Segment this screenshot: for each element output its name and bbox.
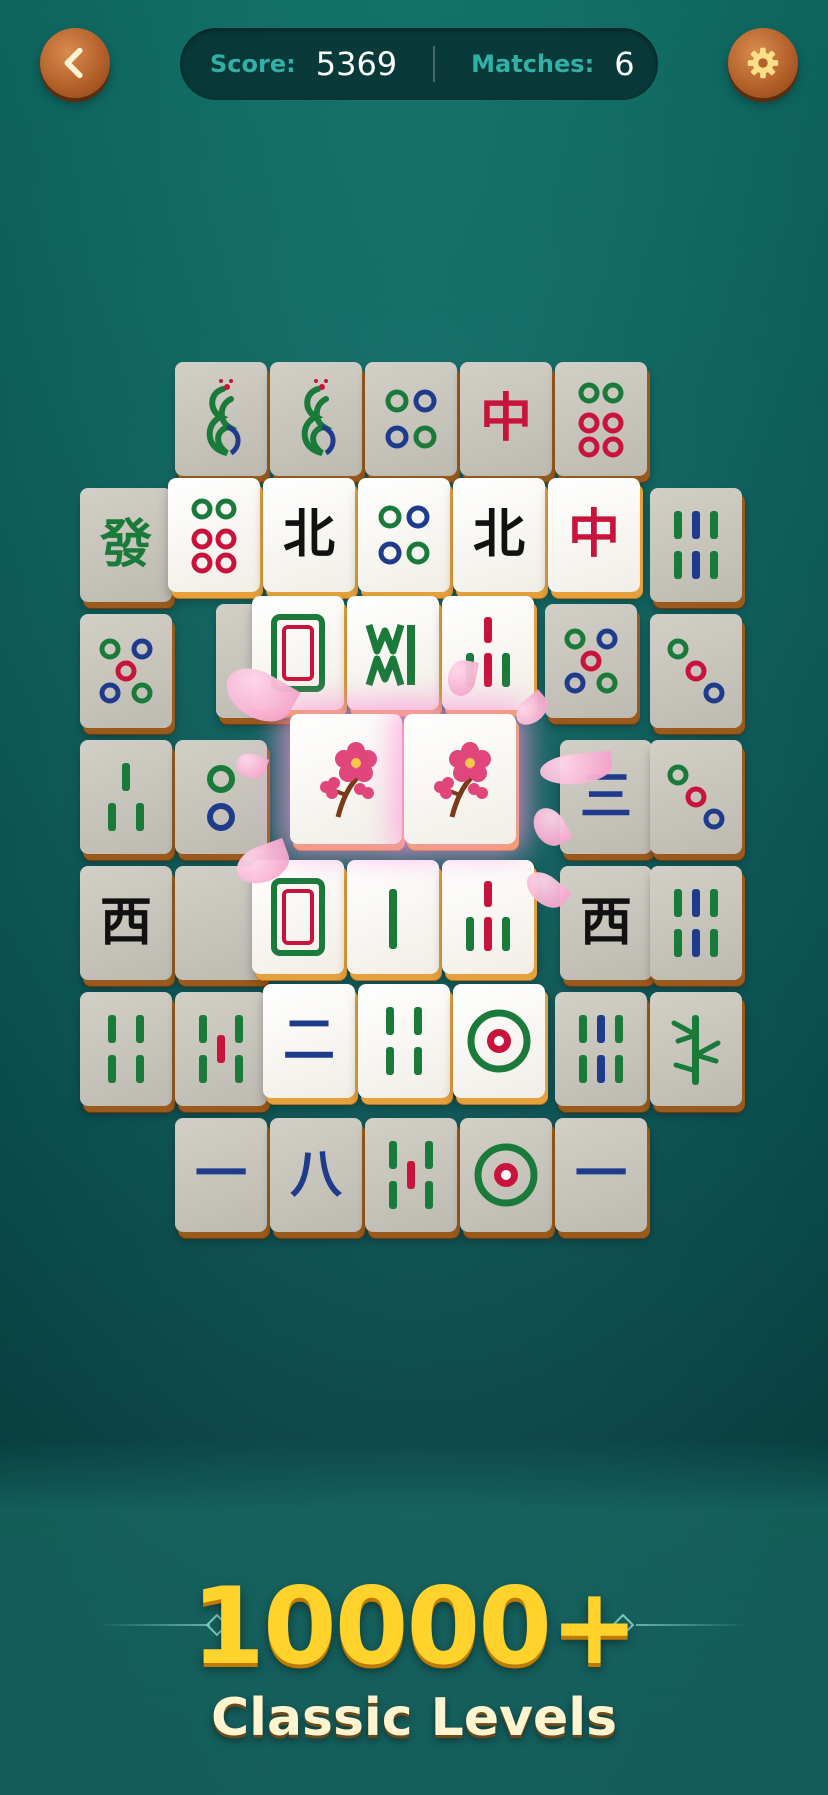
tile-circle-5[interactable] [80,614,172,728]
circle-4-icon [378,505,430,565]
tile-red-dragon[interactable]: 中 [460,362,552,476]
circle-1-icon [474,1143,538,1207]
tile-char: 西 [99,893,152,953]
tile-red-dragon[interactable]: 中 [548,478,640,592]
tile-bamboo-1[interactable] [347,860,439,974]
tile-char: 發 [99,515,152,575]
tile-char: 中 [567,505,620,565]
bamboo-5-icon [389,1141,433,1209]
circle-6-icon [578,382,624,458]
bamboo-3-icon [108,763,144,831]
tile-peacock[interactable] [175,362,267,476]
tile-circle-1[interactable] [460,1118,552,1232]
tile-bamboo-4[interactable] [358,984,450,1098]
tile-north-wind[interactable]: 北 [453,478,545,592]
circle-6-icon [191,498,237,574]
tile-bamboo-5[interactable] [365,1118,457,1232]
circle-5-icon [564,628,618,694]
bamboo-5-icon [199,1015,243,1083]
bamboo-4-icon [386,1007,422,1075]
tile-char: 八 [289,1145,342,1205]
tile-bamboo-5[interactable] [175,992,267,1106]
tile-peacock[interactable] [270,362,362,476]
tile-bamboo-6[interactable] [650,866,742,980]
tile-bamboo-6[interactable] [555,992,647,1106]
tile-circle-5[interactable] [545,604,637,718]
promo-headline: 10000+ [191,1565,639,1688]
circle-1-icon [467,1009,531,1073]
tile-char: 北 [472,505,525,565]
plum-blossom-icon [434,742,491,818]
promo-subline: Classic Levels [210,1688,618,1748]
tile-green-dragon[interactable]: 發 [80,488,172,602]
tile-circle-4[interactable] [365,362,457,476]
tile-char: 二 [282,1011,335,1071]
tile-bamboo-3[interactable] [80,740,172,854]
circle-5-icon [99,638,153,704]
tile-circle-6[interactable] [555,362,647,476]
tile-char: 中 [479,389,532,449]
tile-west-wind-green[interactable] [347,596,439,710]
tile-circle-6[interactable] [168,478,260,592]
tile-bamboo-mixed-7[interactable] [442,860,534,974]
tile-char: 一 [194,1145,247,1205]
wm-icon [365,623,415,687]
white-dragon-icon [271,878,325,956]
tile-circle-1[interactable] [453,984,545,1098]
peacock-icon [206,379,241,456]
tile-bamboo-plant[interactable] [650,992,742,1106]
bamboo-plant-icon [671,1015,721,1085]
tile-one[interactable]: 一 [175,1118,267,1232]
mahjong-board: 中 發 北 北 中 三 西 西 二 一 八 一 [0,0,828,1300]
tile-plum-blossom-selected[interactable] [290,714,402,844]
bamboo-mixed-icon [466,881,510,951]
tile-circle-4[interactable] [358,478,450,592]
tile-north-wind[interactable]: 北 [263,478,355,592]
plum-blossom-icon [320,742,377,818]
tile-one[interactable]: 一 [555,1118,647,1232]
circle-3-icon [667,764,725,830]
tile-west-wind[interactable]: 西 [80,866,172,980]
tile-bamboo-6[interactable] [650,488,742,602]
bamboo-1-icon [389,889,397,949]
tile-bamboo-4[interactable] [80,992,172,1106]
bamboo-6-icon [674,889,718,957]
bamboo-4-icon [108,1015,144,1083]
tile-circle-3[interactable] [650,740,742,854]
tile-circle-3[interactable] [650,614,742,728]
tile-char: 一 [574,1145,627,1205]
tile-eight[interactable]: 八 [270,1118,362,1232]
bamboo-6-icon [674,511,718,579]
circle-4-icon [385,389,437,449]
tile-plum-blossom-selected[interactable] [404,714,516,844]
circle-3-icon [667,638,725,704]
peacock-icon [301,379,336,456]
tile-two[interactable]: 二 [263,984,355,1098]
tile-char: 西 [579,893,632,953]
tile-west-wind[interactable]: 西 [560,866,652,980]
tile-char: 北 [282,505,335,565]
bamboo-6-icon [579,1015,623,1083]
